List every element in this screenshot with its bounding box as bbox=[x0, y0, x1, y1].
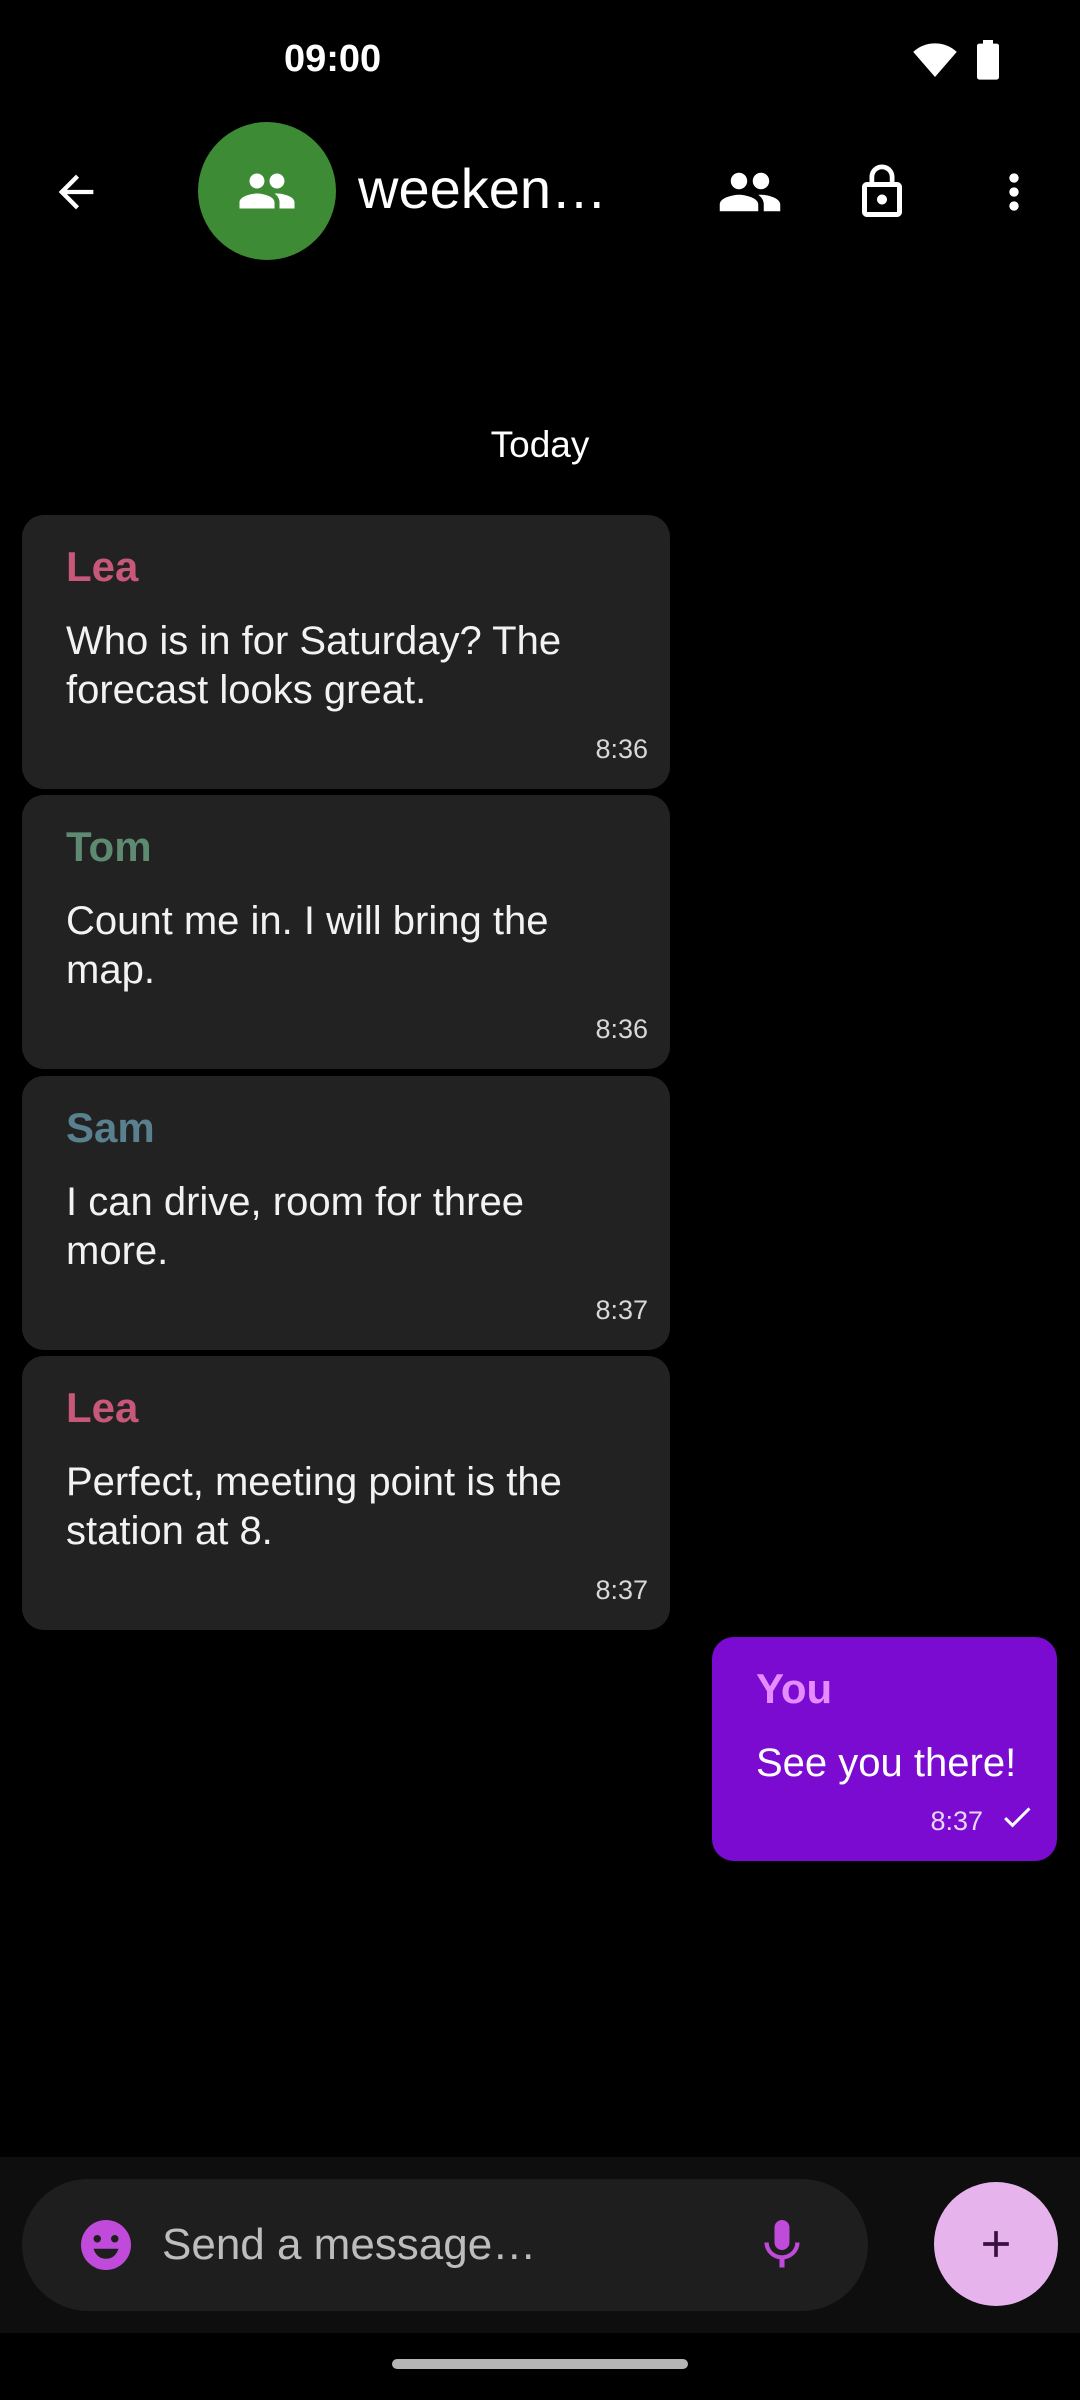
composer-area bbox=[0, 2157, 1080, 2333]
group-icon bbox=[239, 173, 295, 209]
message-input[interactable] bbox=[162, 2209, 722, 2281]
message-text: See you there! bbox=[756, 1741, 1017, 1785]
emoji-icon bbox=[81, 2220, 131, 2270]
wifi-icon bbox=[913, 43, 957, 78]
mic-icon bbox=[764, 2220, 800, 2268]
chat-title[interactable]: weekend… bbox=[358, 156, 628, 221]
message-time: 8:37 bbox=[595, 1295, 648, 1325]
add-button[interactable] bbox=[934, 2182, 1058, 2306]
plus-icon bbox=[983, 2231, 1009, 2257]
date-divider: Today bbox=[490, 424, 590, 465]
back-button[interactable] bbox=[36, 152, 116, 232]
message-time: 8:36 bbox=[595, 734, 648, 764]
message-text: Who is in for Saturday? The forecast loo… bbox=[66, 619, 562, 712]
message-bubble[interactable]: Lea Perfect, meeting point is the statio… bbox=[22, 1356, 670, 1630]
emoji-button[interactable] bbox=[76, 2215, 136, 2275]
message-sender: You bbox=[756, 1665, 833, 1712]
message-time: 8:37 bbox=[595, 1575, 648, 1605]
status-bar: 09:00 bbox=[0, 0, 1080, 110]
message-sender: Tom bbox=[66, 823, 152, 870]
lock-button[interactable] bbox=[840, 150, 924, 234]
message-text: Count me in. I will bring the map. bbox=[66, 899, 549, 992]
message-time: 8:37 bbox=[930, 1806, 983, 1836]
app-bar: weekend… bbox=[0, 110, 1080, 270]
message-bubble[interactable]: Lea Who is in for Saturday? The forecast… bbox=[22, 515, 670, 789]
message-sender: Lea bbox=[66, 1384, 139, 1431]
more-options-button[interactable] bbox=[972, 150, 1056, 234]
message-text: Perfect, meeting point is the station at… bbox=[66, 1460, 562, 1553]
own-message-bubble[interactable]: You See you there! 8:37 bbox=[712, 1637, 1057, 1861]
status-time: 09:00 bbox=[284, 38, 382, 80]
message-time: 8:36 bbox=[595, 1014, 648, 1044]
message-bubble[interactable]: Tom Count me in. I will bring the map. 8… bbox=[22, 795, 670, 1069]
message-text: I can drive, room for three more. bbox=[66, 1180, 524, 1273]
message-sender: Lea bbox=[66, 543, 139, 590]
mic-button[interactable] bbox=[750, 2213, 814, 2277]
more-vert-icon bbox=[1009, 173, 1019, 211]
status-icons bbox=[912, 40, 1000, 80]
message-sender: Sam bbox=[66, 1104, 155, 1151]
members-button[interactable] bbox=[708, 150, 792, 234]
battery-icon bbox=[977, 40, 999, 80]
check-icon bbox=[1004, 1807, 1031, 1828]
message-bubble[interactable]: Sam I can drive, room for three more. 8:… bbox=[22, 1076, 670, 1350]
group-avatar[interactable] bbox=[198, 122, 336, 260]
arrow-left-icon bbox=[58, 174, 94, 210]
gesture-nav-handle[interactable] bbox=[392, 2359, 688, 2369]
composer bbox=[22, 2179, 868, 2311]
lock-icon bbox=[862, 164, 902, 217]
members-icon bbox=[719, 172, 781, 212]
